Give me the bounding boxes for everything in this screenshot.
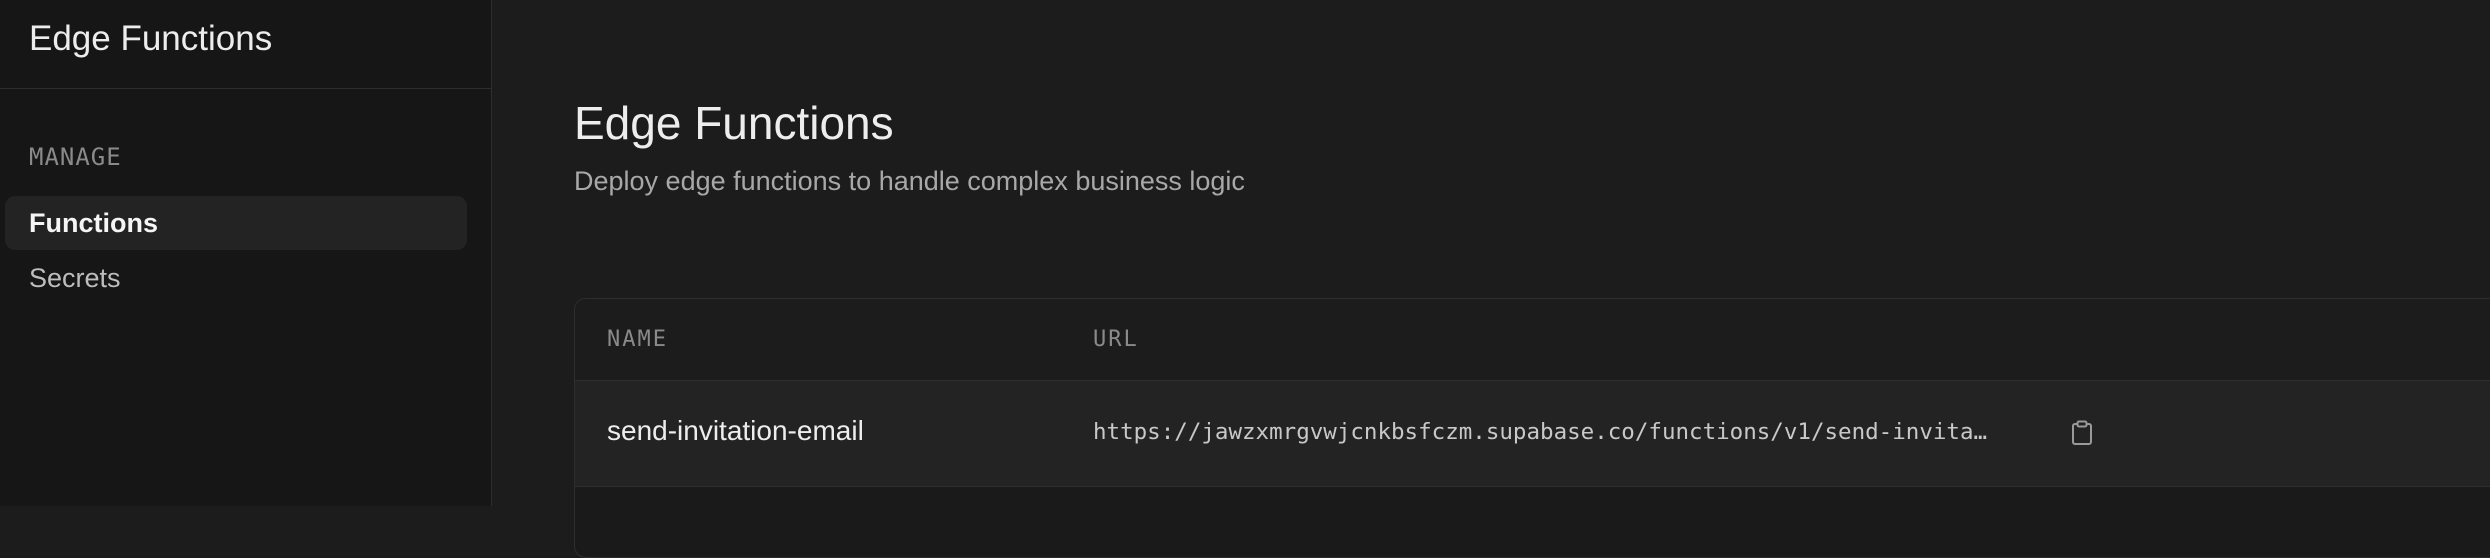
sidebar-header: Edge Functions [0,0,491,89]
clipboard-icon[interactable] [2067,417,2097,449]
table-header: NAME URL [575,299,2490,381]
sidebar-item-functions[interactable]: Functions [5,196,467,250]
column-header-url: URL [1093,327,1139,352]
sidebar-item-label: Secrets [29,262,121,293]
functions-table: NAME URL send-invitation-email https://j… [574,298,2490,558]
column-header-name: NAME [607,327,668,352]
page-title: Edge Functions [574,97,894,149]
main-content: Edge Functions Deploy edge functions to … [492,0,2490,558]
table-row[interactable]: send-invitation-email https://jawzxmrgvw… [575,381,2490,487]
function-name: send-invitation-email [607,415,864,446]
section-label-manage: MANAGE [29,143,122,171]
page-subtitle: Deploy edge functions to handle complex … [574,166,1245,196]
sidebar: Edge Functions MANAGE Functions Secrets [0,0,492,506]
sidebar-item-secrets[interactable]: Secrets [5,251,467,305]
function-url: https://jawzxmrgvwjcnkbsfczm.supabase.co… [1093,419,1988,445]
sidebar-item-label: Functions [29,207,158,238]
sidebar-title: Edge Functions [29,19,273,58]
